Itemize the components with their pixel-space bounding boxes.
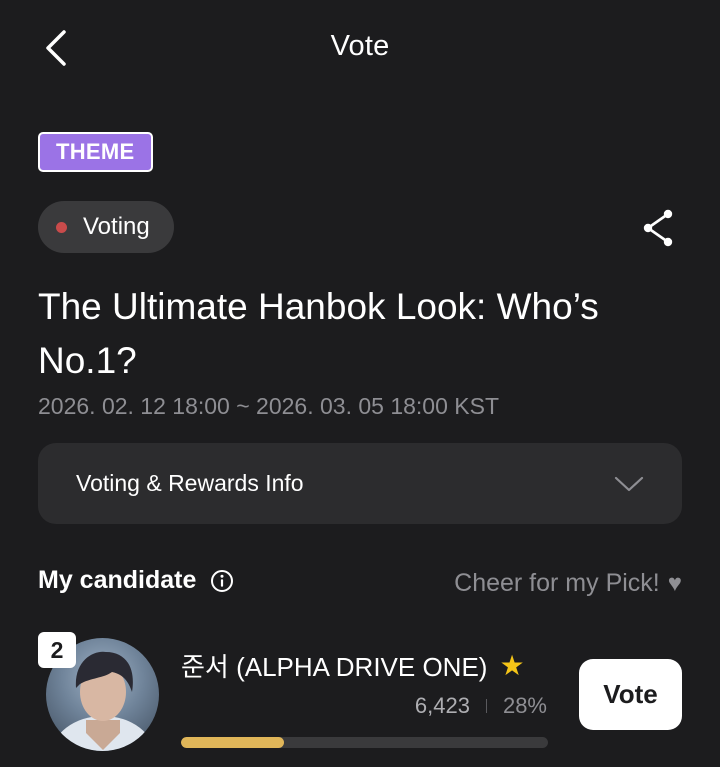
section-title: My candidate	[38, 566, 197, 594]
star-icon: ★	[499, 649, 525, 681]
theme-badge: THEME	[38, 132, 153, 172]
status-dot	[56, 221, 67, 233]
heart-icon: ♥	[667, 569, 682, 597]
chevron-down-icon	[614, 476, 644, 491]
stats-divider	[485, 699, 487, 713]
vote-progress-bar	[181, 737, 548, 748]
share-icon	[643, 209, 673, 247]
vote-button[interactable]: Vote	[579, 659, 682, 730]
candidate-name: 준서 (ALPHA DRIVE ONE)	[181, 652, 488, 682]
vote-count: 6,423	[414, 693, 470, 718]
share-button[interactable]	[632, 202, 684, 254]
status-label: Voting	[83, 213, 150, 240]
vote-title: The Ultimate Hanbok Look: Who’s No.1?	[38, 286, 599, 381]
candidate-row: 2 준서 (ALPHA DRIVE ONE) ★ 6,423 28% Vote	[0, 630, 720, 767]
top-app-bar: Vote	[0, 0, 720, 96]
cheer-text: Cheer for my Pick!	[454, 569, 660, 597]
info-icon[interactable]	[210, 569, 234, 593]
my-candidate-header: My candidate	[38, 566, 234, 595]
cheer-for-pick-link[interactable]: Cheer for my Pick! ♥	[454, 569, 682, 598]
candidate-name-wrap: 준서 (ALPHA DRIVE ONE) ★	[181, 647, 525, 684]
status-badge: Voting	[38, 201, 174, 253]
info-panel-label: Voting & Rewards Info	[76, 470, 304, 496]
page-title: Vote	[330, 30, 390, 62]
voting-rewards-info-toggle[interactable]: Voting & Rewards Info	[38, 443, 682, 524]
vote-progress-fill	[181, 737, 284, 748]
vote-percent: 28%	[502, 693, 547, 718]
vote-period: 2026. 02. 12 18:00 ~ 2026. 03. 05 18:00 …	[38, 393, 500, 419]
rank-badge: 2	[38, 632, 76, 668]
vote-stats: 6,423 28%	[415, 693, 547, 719]
